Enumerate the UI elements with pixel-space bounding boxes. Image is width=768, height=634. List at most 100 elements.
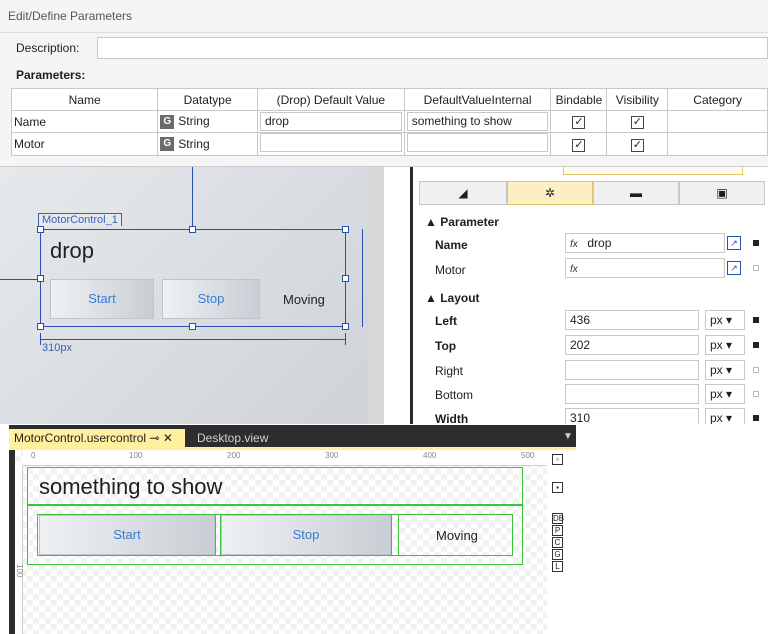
- brush-icon: ◢: [458, 186, 468, 200]
- resize-handle[interactable]: [189, 226, 196, 233]
- ruler-mark: 500: [521, 451, 535, 460]
- bindable-checkbox[interactable]: ✓: [572, 116, 586, 129]
- description-input[interactable]: [97, 37, 768, 59]
- column-header-name[interactable]: Name: [10, 88, 159, 111]
- binding-icon[interactable]: ↗: [727, 236, 741, 250]
- row-datatype-cell[interactable]: G String: [157, 110, 258, 133]
- column-header-category[interactable]: Category: [667, 88, 768, 111]
- row-visibility-cell: ✓: [606, 132, 669, 156]
- prop-label-bottom: Bottom: [435, 388, 474, 402]
- panel-divider: [384, 167, 410, 424]
- parameters-table: Name Datatype (Drop) Default Value Defau…: [10, 88, 768, 156]
- top-input[interactable]: 202: [565, 335, 699, 355]
- param-name-input[interactable]: fx drop: [565, 233, 725, 253]
- datatype-icon: G: [160, 114, 175, 129]
- snap-icon[interactable]: ▪: [552, 482, 563, 493]
- width-input[interactable]: 310: [565, 408, 699, 424]
- table-row: Motor G String ✓ ✓: [10, 132, 768, 156]
- table-header-row: Name Datatype (Drop) Default Value Defau…: [10, 88, 768, 111]
- connector-line: [0, 279, 40, 280]
- prop-label-top: Top: [435, 339, 457, 353]
- tab-events[interactable]: ▣: [679, 181, 765, 205]
- tab-appearance[interactable]: ◢: [419, 181, 507, 205]
- layout-icon: ▬: [630, 186, 642, 200]
- column-header-bindable[interactable]: Bindable: [550, 88, 608, 111]
- bindable-checkbox[interactable]: ✓: [572, 138, 586, 152]
- ruler-mark: 100: [15, 564, 24, 578]
- property-search-box[interactable]: [563, 167, 743, 175]
- row-internal-cell: [403, 132, 552, 156]
- row-bindable-cell: ✓: [550, 110, 608, 133]
- start-button[interactable]: Start: [39, 515, 215, 555]
- dimension-tick: [345, 333, 346, 345]
- internal-value-input[interactable]: something to show: [406, 112, 549, 131]
- tab-layout[interactable]: ▬: [593, 181, 679, 205]
- designer-canvas[interactable]: MotorControl_1 drop Start Stop Moving 31…: [0, 167, 410, 424]
- binding-icon[interactable]: ↗: [727, 261, 741, 275]
- properties-panel: ◢ ✲ ▬ ▣ ▲ Parameter Name fx drop ↗ Motor…: [410, 167, 768, 424]
- right-unit-select[interactable]: px ▾: [705, 360, 745, 380]
- resize-handle[interactable]: [37, 275, 44, 282]
- l-icon[interactable]: L: [552, 561, 563, 572]
- left-unit-select[interactable]: px ▾: [705, 310, 745, 330]
- resize-handle[interactable]: [189, 323, 196, 330]
- start-button[interactable]: Start: [50, 279, 154, 319]
- param-motor-input[interactable]: fx: [565, 258, 725, 278]
- resize-handle[interactable]: [37, 226, 44, 233]
- width-unit-select[interactable]: px ▾: [705, 408, 745, 424]
- set-marker: [753, 240, 759, 246]
- control-text: drop: [50, 238, 95, 263]
- close-icon[interactable]: ✕: [163, 431, 173, 445]
- column-header-visibility[interactable]: Visibility: [606, 88, 669, 111]
- tab-dropdown-icon[interactable]: ▼: [563, 431, 573, 442]
- right-input[interactable]: [565, 360, 699, 380]
- fit-icon[interactable]: ▫: [552, 454, 563, 465]
- pin-icon[interactable]: ⊸: [149, 431, 159, 445]
- db-icon[interactable]: DB: [552, 513, 564, 524]
- row-category-cell[interactable]: [667, 132, 768, 156]
- row-name-cell[interactable]: Name: [10, 110, 159, 133]
- datatype-icon: G: [160, 137, 175, 152]
- row-internal-cell: something to show: [403, 110, 552, 133]
- column-header-default-internal[interactable]: DefaultValueInternal: [403, 88, 552, 111]
- width-dimension-line: [40, 339, 346, 340]
- c-icon[interactable]: C: [552, 537, 563, 548]
- title-separator: [0, 32, 768, 33]
- bottom-unit-select[interactable]: px ▾: [705, 384, 745, 404]
- visibility-checkbox[interactable]: ✓: [630, 116, 644, 129]
- control-text: something to show: [39, 474, 223, 499]
- internal-value-input[interactable]: [406, 133, 549, 152]
- row-datatype-cell[interactable]: G String: [157, 132, 258, 156]
- param-name-value: drop: [587, 236, 612, 250]
- column-header-datatype[interactable]: Datatype: [157, 88, 258, 111]
- usercontrol-editor: MotorControl.usercontrol ⊸ ✕ Desktop.vie…: [9, 425, 576, 634]
- resize-handle[interactable]: [37, 323, 44, 330]
- stop-button[interactable]: Stop: [162, 279, 260, 319]
- resize-handle[interactable]: [342, 226, 349, 233]
- row-category-cell[interactable]: [667, 110, 768, 133]
- unit-value: px: [710, 313, 723, 327]
- stop-button[interactable]: Stop: [221, 515, 391, 555]
- tab-usercontrol[interactable]: MotorControl.usercontrol ⊸ ✕: [9, 429, 185, 447]
- layout-section-header[interactable]: ▲ Layout: [425, 291, 480, 305]
- ruler-mark: 100: [129, 451, 143, 460]
- default-value-input[interactable]: [259, 133, 402, 152]
- left-input[interactable]: 436: [565, 310, 699, 330]
- parameter-section-header[interactable]: ▲ Parameter: [425, 215, 499, 229]
- g-icon[interactable]: G: [552, 549, 563, 560]
- prop-label-right: Right: [435, 364, 464, 378]
- column-header-default-value[interactable]: (Drop) Default Value: [256, 88, 405, 111]
- tab-properties[interactable]: ✲: [507, 181, 593, 205]
- default-value-input[interactable]: drop: [259, 112, 402, 131]
- prop-label-left: Left: [435, 314, 457, 328]
- p-icon[interactable]: P: [552, 525, 563, 536]
- row-name-cell[interactable]: Motor: [10, 132, 159, 156]
- top-unit-select[interactable]: px ▾: [705, 335, 745, 355]
- resize-handle[interactable]: [342, 323, 349, 330]
- bottom-input[interactable]: [565, 384, 699, 404]
- tab-desktop-view[interactable]: Desktop.view: [192, 429, 273, 447]
- prop-label-motor: Motor: [435, 263, 466, 277]
- visibility-checkbox[interactable]: ✓: [630, 138, 644, 152]
- set-marker: [753, 317, 759, 323]
- resize-handle[interactable]: [342, 275, 349, 282]
